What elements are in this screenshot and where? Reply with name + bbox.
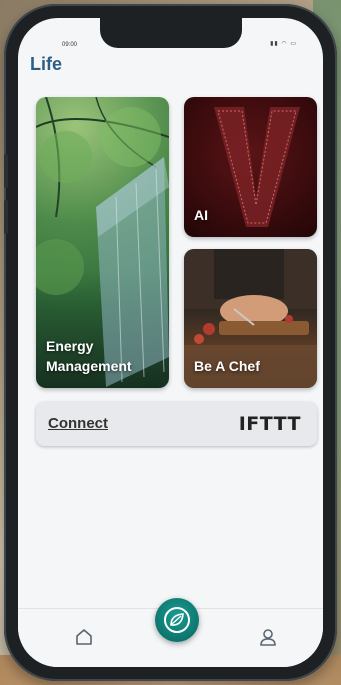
ifttt-logo: IFTTT xyxy=(238,413,301,435)
notch xyxy=(100,18,242,48)
leaf-icon xyxy=(164,607,190,633)
status-time: 09:00 xyxy=(62,42,78,48)
connect-ifttt-bar[interactable]: Connect IFTTT xyxy=(36,402,317,446)
status-icons: ▮▮ ◠ ▭ xyxy=(270,40,297,47)
wifi-icon: ◠ xyxy=(281,41,288,47)
home-icon[interactable] xyxy=(73,626,95,648)
user-icon[interactable] xyxy=(257,626,279,648)
phone-screen: 09:00 ▮▮ ◠ ▭ Life Energy Management AI B… xyxy=(18,18,323,667)
ai-card[interactable]: AI xyxy=(184,97,317,237)
be-a-chef-card[interactable]: Be A Chef xyxy=(184,249,317,388)
ai-label: AI xyxy=(194,207,208,223)
battery-icon: ▭ xyxy=(290,41,297,47)
connect-link[interactable]: Connect xyxy=(48,415,108,432)
volume-up-button xyxy=(4,154,8,188)
page-title: Life xyxy=(30,54,63,74)
be-a-chef-label: Be A Chef xyxy=(194,358,260,374)
signal-icon: ▮▮ xyxy=(270,41,279,47)
energy-management-card[interactable]: Energy Management xyxy=(36,97,169,388)
energy-management-label: Energy Management xyxy=(46,338,132,374)
volume-down-button xyxy=(4,200,8,234)
phone-frame: 09:00 ▮▮ ◠ ▭ Life Energy Management AI B… xyxy=(4,4,337,681)
center-action-button[interactable] xyxy=(155,598,199,642)
